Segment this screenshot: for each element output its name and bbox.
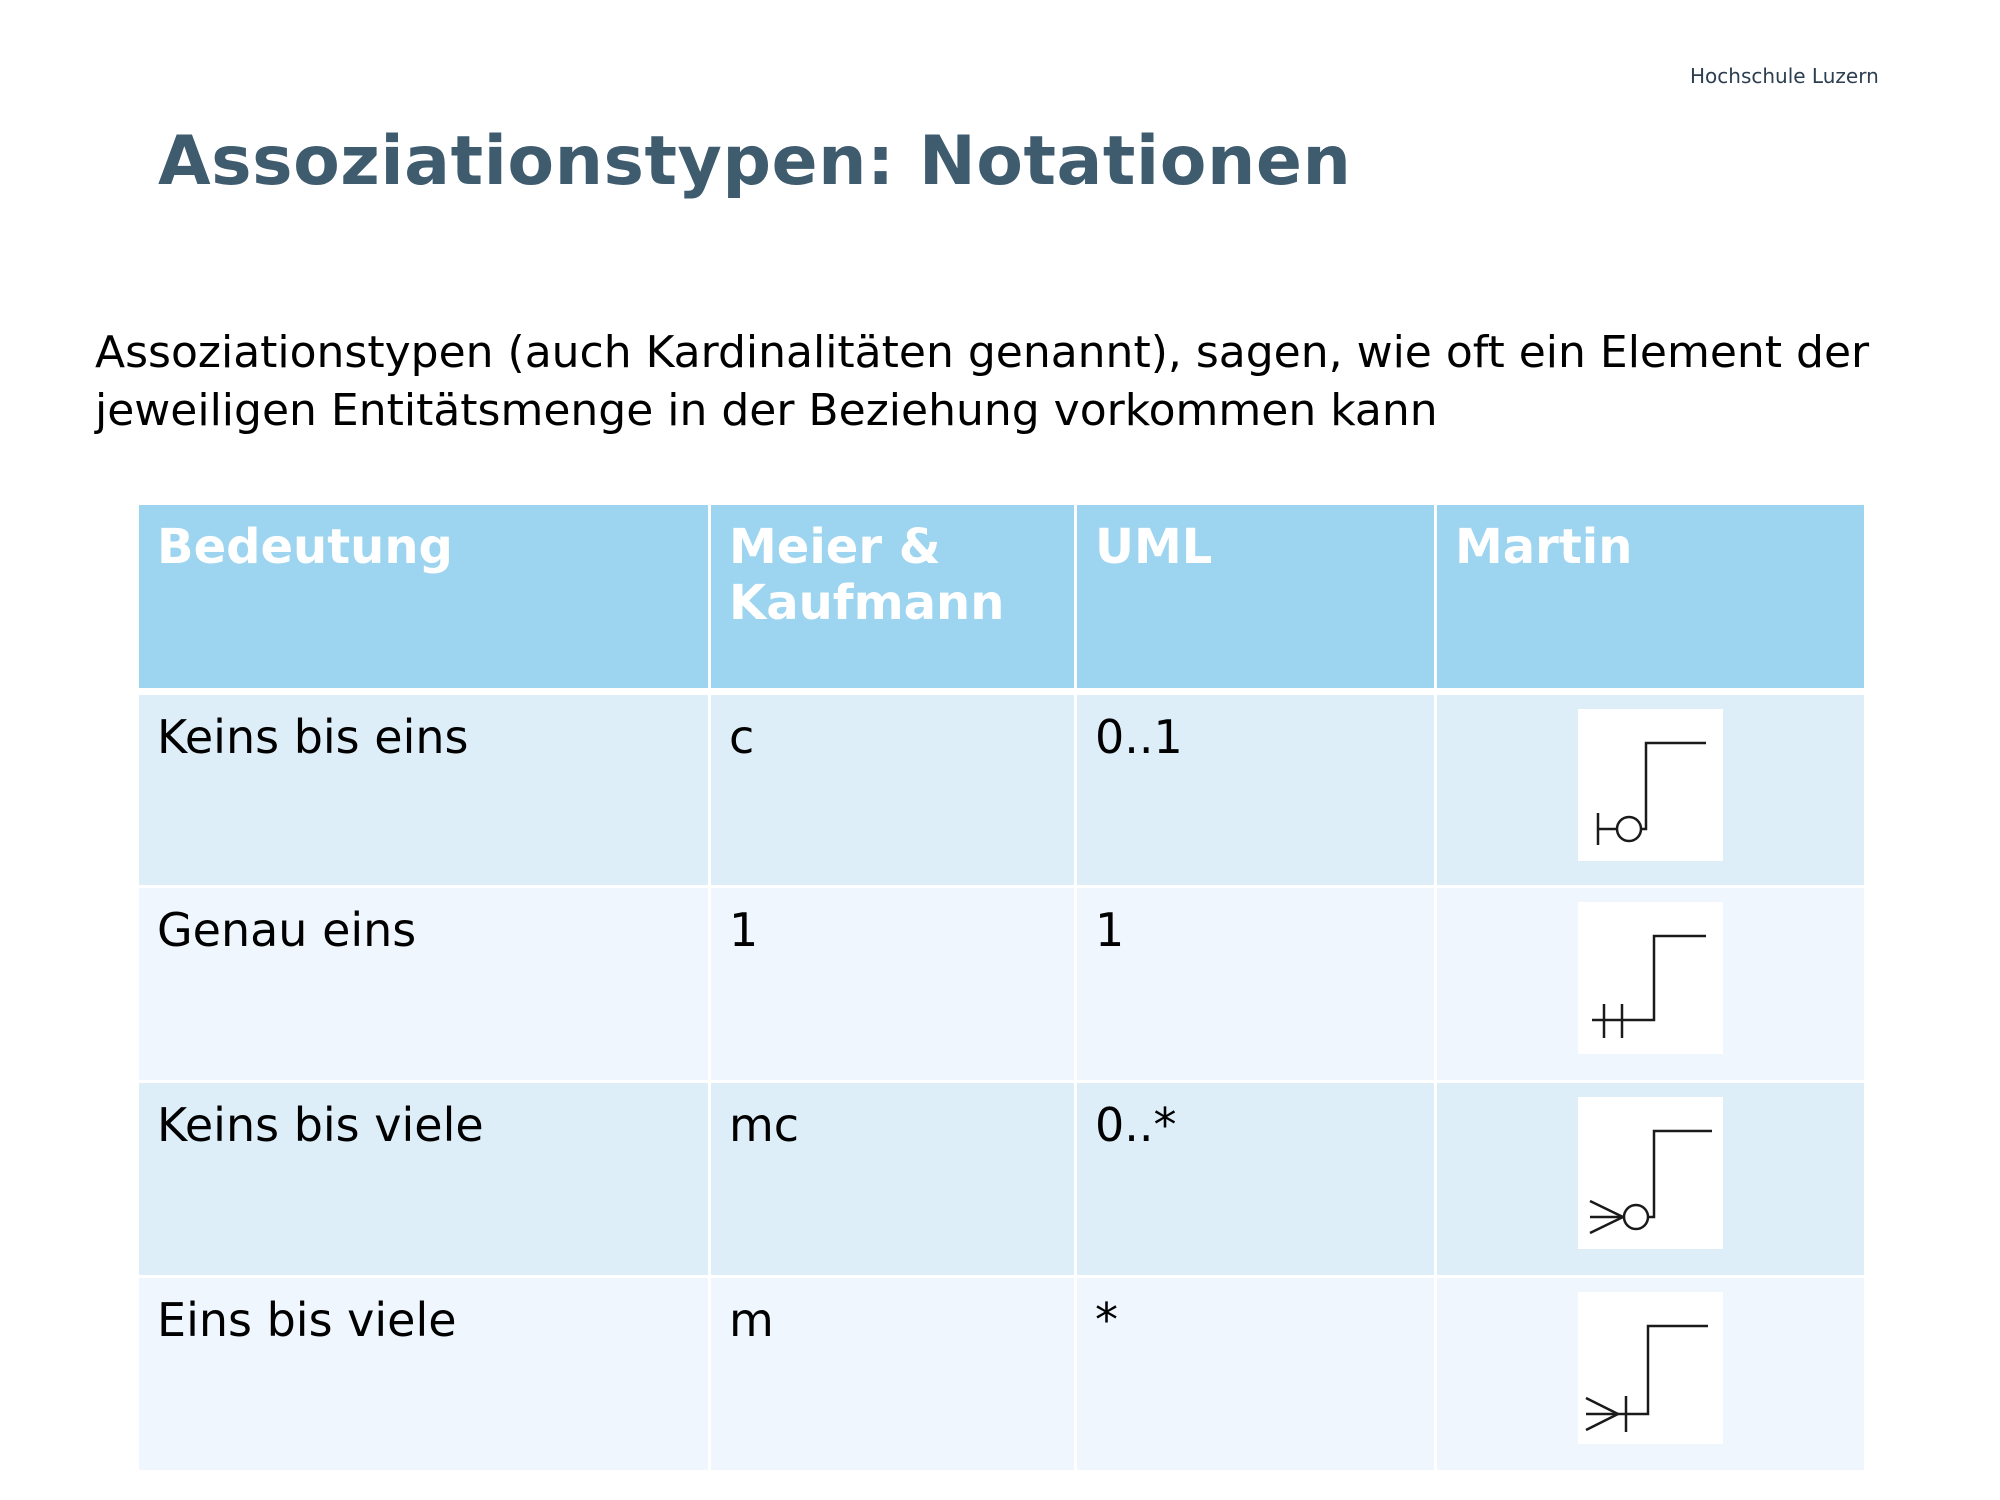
table-row: Eins bis viele m * xyxy=(136,1275,1867,1473)
martin-zero-or-one-icon xyxy=(1578,709,1723,861)
cell-bedeutung: Keins bis eins xyxy=(136,690,711,888)
table-row: Genau eins 1 1 xyxy=(136,885,1867,1083)
cell-uml: 0..* xyxy=(1074,1080,1437,1278)
cell-bedeutung: Genau eins xyxy=(136,885,711,1083)
cell-martin xyxy=(1434,1275,1867,1473)
cell-martin xyxy=(1434,885,1867,1083)
slide-title: Assoziationstypen: Notationen xyxy=(158,122,1352,201)
cell-uml: 0..1 xyxy=(1074,690,1437,888)
table-row: Keins bis viele mc 0..* xyxy=(136,1080,1867,1278)
martin-zero-or-many-icon xyxy=(1578,1097,1723,1249)
notation-table: Bedeutung Meier & Kaufmann UML Martin Ke… xyxy=(136,502,1867,1473)
intro-paragraph: Assoziationstypen (auch Kardinalitäten g… xyxy=(95,327,1870,436)
cell-uml: * xyxy=(1074,1275,1437,1473)
cell-meier-kaufmann: c xyxy=(708,690,1077,888)
column-header-martin: Martin xyxy=(1434,502,1867,695)
column-header-meier-kaufmann: Meier & Kaufmann xyxy=(708,502,1077,695)
cell-meier-kaufmann: mc xyxy=(708,1080,1077,1278)
column-header-uml: UML xyxy=(1074,502,1437,695)
cell-martin xyxy=(1434,690,1867,888)
cell-meier-kaufmann: 1 xyxy=(708,885,1077,1083)
brand-logo-text: Hochschule Luzern xyxy=(1690,64,1879,88)
martin-one-or-many-icon xyxy=(1578,1292,1723,1444)
cell-bedeutung: Eins bis viele xyxy=(136,1275,711,1473)
table-row: Keins bis eins c 0..1 xyxy=(136,690,1867,888)
table-header-row: Bedeutung Meier & Kaufmann UML Martin xyxy=(136,502,1867,695)
cell-martin xyxy=(1434,1080,1867,1278)
martin-exactly-one-icon xyxy=(1578,902,1723,1054)
cell-bedeutung: Keins bis viele xyxy=(136,1080,711,1278)
cell-meier-kaufmann: m xyxy=(708,1275,1077,1473)
cell-uml: 1 xyxy=(1074,885,1437,1083)
column-header-bedeutung: Bedeutung xyxy=(136,502,711,695)
